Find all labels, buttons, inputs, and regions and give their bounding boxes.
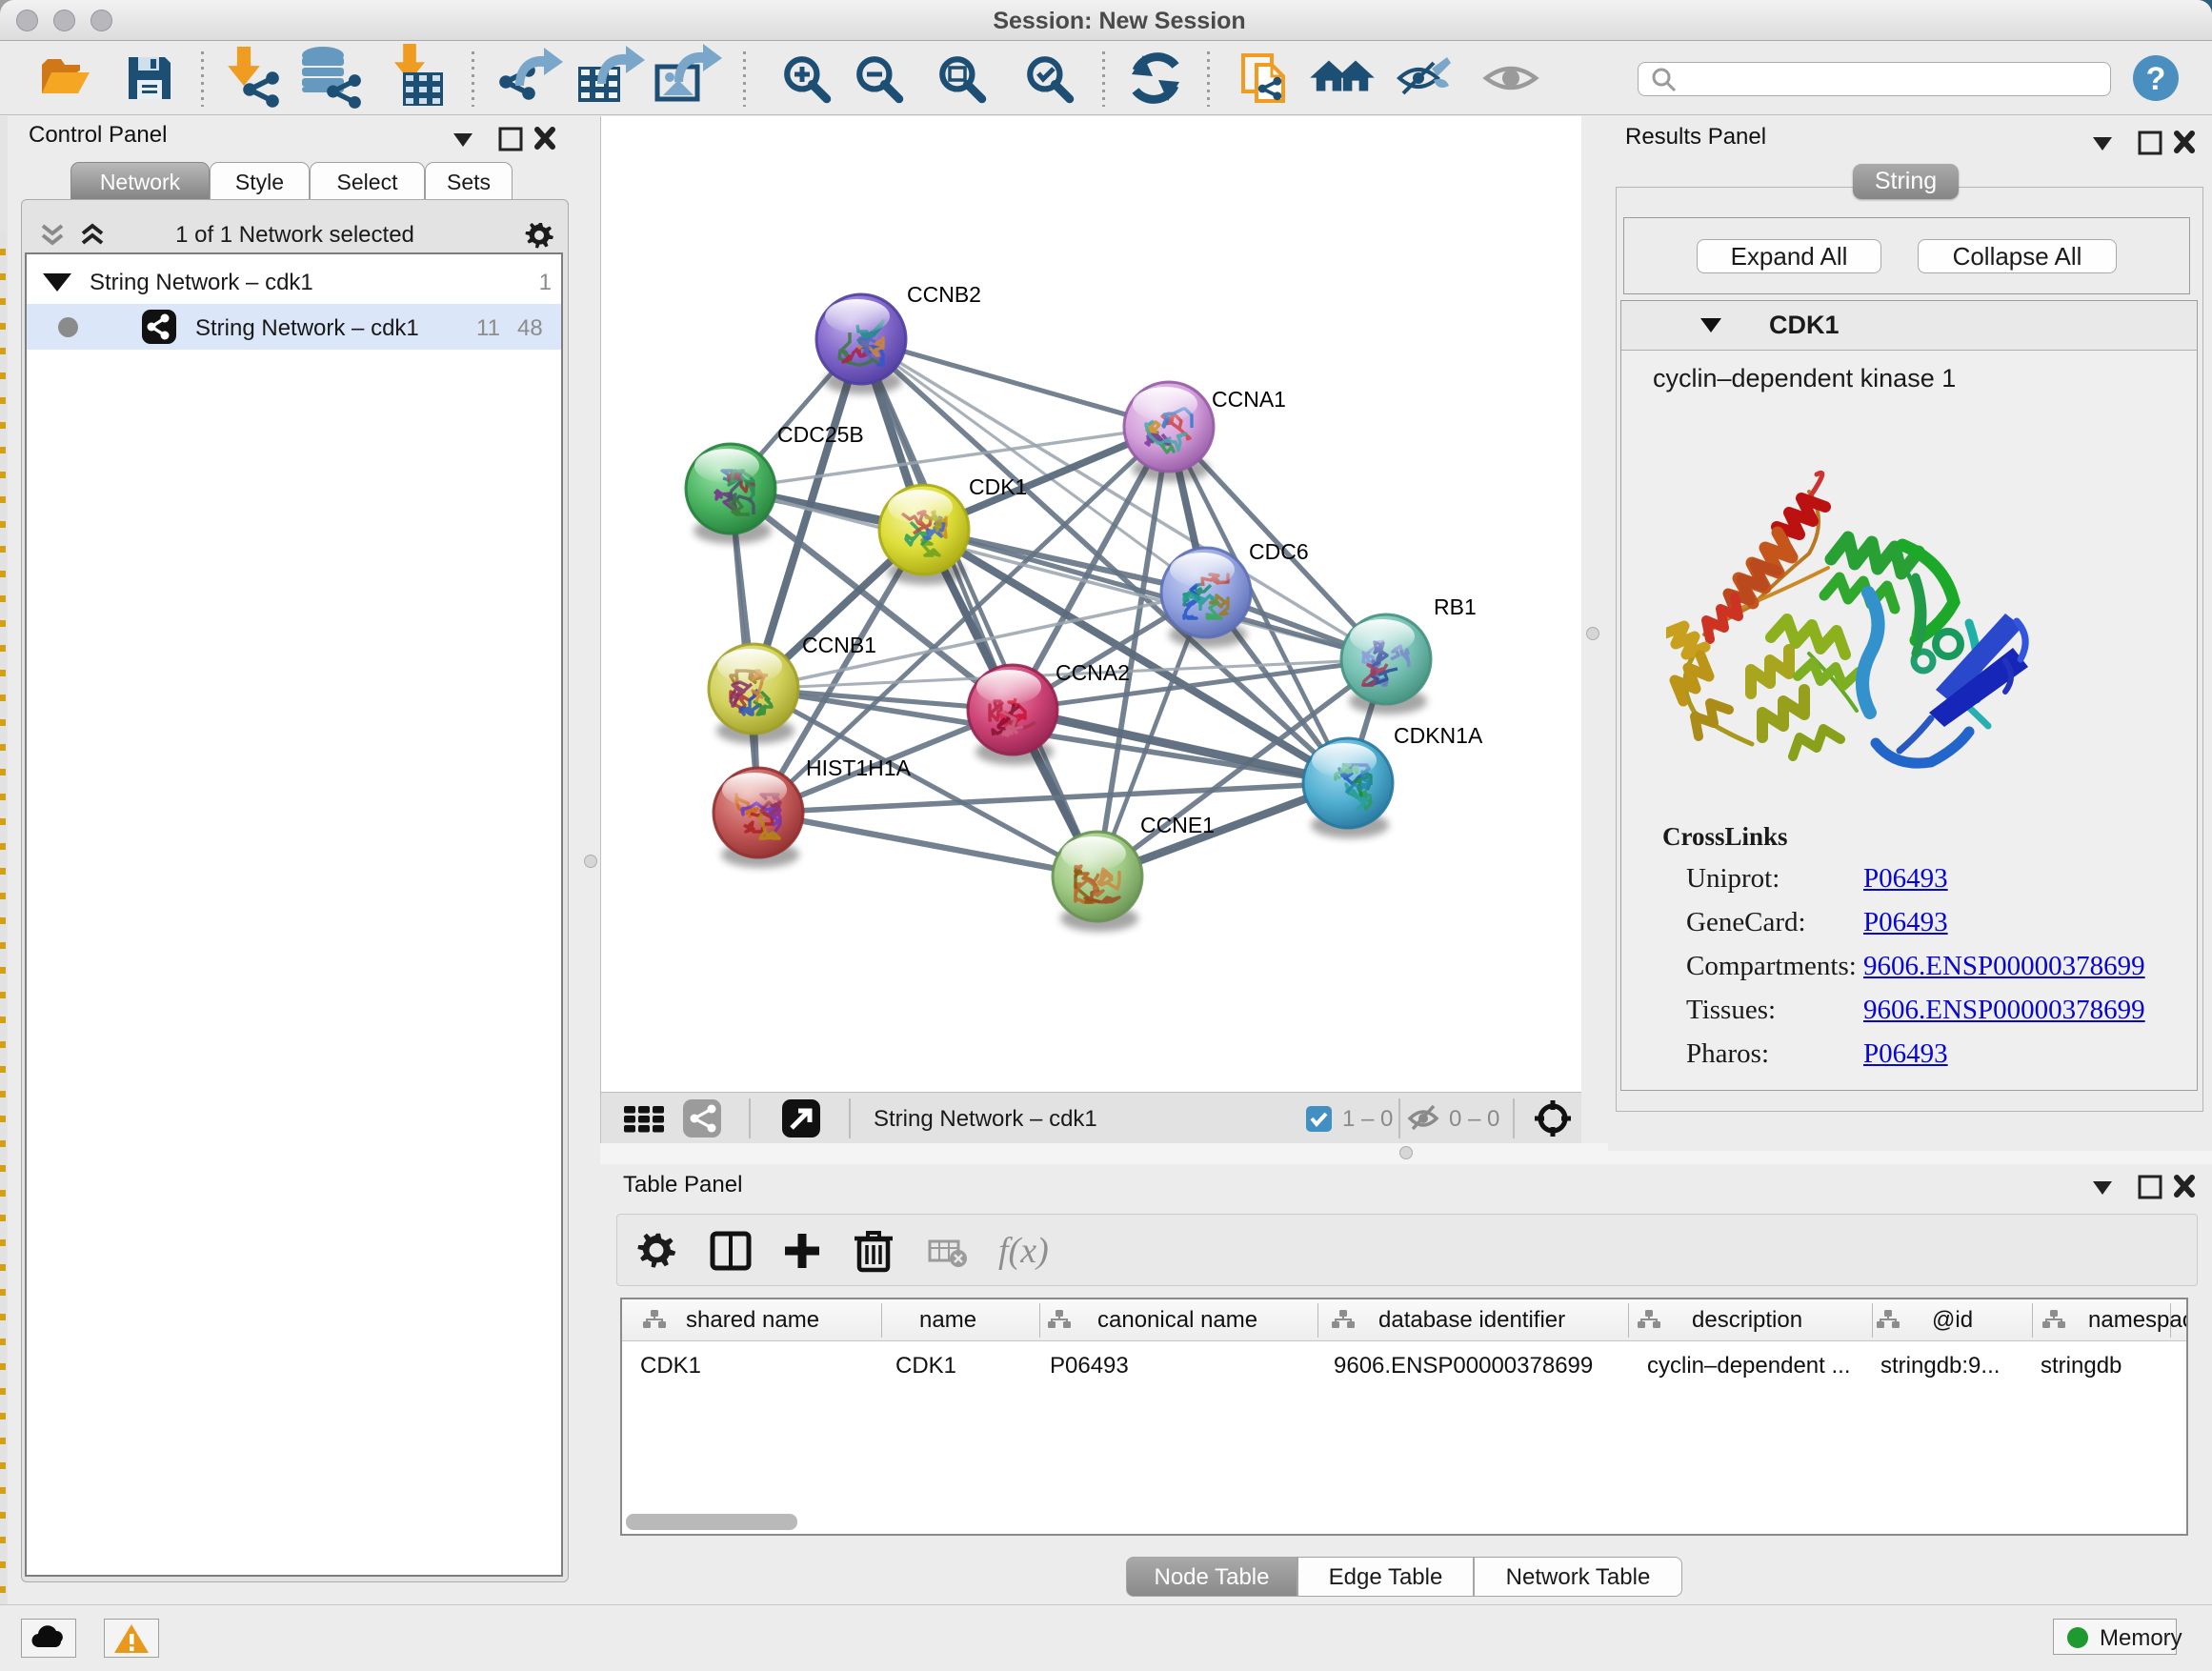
svg-text:CCNA2: CCNA2 (1056, 660, 1130, 685)
svg-text:CDK1: CDK1 (969, 474, 1027, 499)
svg-text:?: ? (2146, 61, 2166, 97)
svg-text:CDC25B: CDC25B (777, 422, 864, 447)
svg-text:CCNB2: CCNB2 (907, 282, 981, 307)
svg-text:CCNA1: CCNA1 (1212, 387, 1286, 412)
svg-text:1 – 0: 1 – 0 (1342, 1106, 1393, 1132)
svg-text:f(x): f(x) (998, 1231, 1049, 1271)
svg-text:String Network – cdk1: String Network – cdk1 (874, 1106, 1097, 1132)
svg-text:CDKN1A: CDKN1A (1394, 723, 1483, 748)
svg-text:CCNB1: CCNB1 (802, 633, 876, 657)
svg-text:CCNE1: CCNE1 (1140, 813, 1215, 837)
svg-text:CDC6: CDC6 (1249, 539, 1309, 564)
svg-text:0 – 0: 0 – 0 (1449, 1106, 1499, 1132)
svg-text:HIST1H1A: HIST1H1A (806, 755, 912, 780)
svg-text:RB1: RB1 (1434, 594, 1477, 619)
